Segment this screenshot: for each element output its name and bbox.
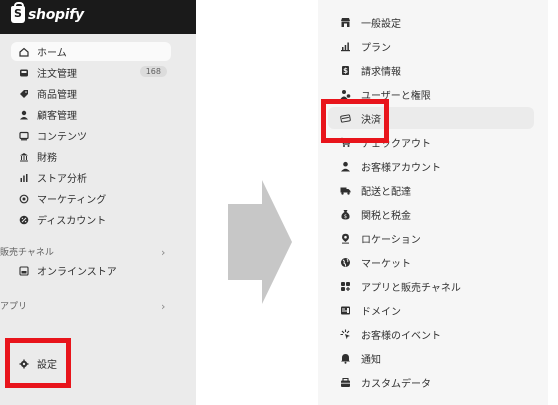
settings-item-label: プラン: [361, 42, 391, 54]
settings-item-shipping[interactable]: 配送と配達: [328, 179, 534, 201]
settings-item-label: お客様のイベント: [361, 330, 441, 342]
database-icon: [340, 377, 351, 388]
store-icon: [340, 17, 351, 28]
nav-label: 商品管理: [37, 90, 77, 101]
globe-icon: [340, 257, 351, 268]
settings-item-label: 請求情報: [361, 66, 401, 78]
nav-label: コンテンツ: [37, 132, 87, 143]
admin-sidebar: shopify ホーム 注文管理 168 商品管理 顧客管理 コンテンツ: [0, 0, 196, 405]
nav-item-marketing[interactable]: マーケティング: [11, 189, 171, 208]
settings-item-markets[interactable]: マーケット: [328, 251, 534, 273]
users-icon: [340, 89, 351, 100]
target-icon: [19, 194, 29, 204]
settings-item-label: お客様アカウント: [361, 162, 441, 174]
nav-item-discounts[interactable]: ディスカウント: [11, 210, 171, 229]
settings-item-label: 一般設定: [361, 18, 401, 30]
apps-heading[interactable]: アプリ: [0, 299, 27, 312]
settings-item-plan[interactable]: プラン: [328, 35, 534, 57]
bar-chart-icon: [19, 173, 29, 183]
shopify-bag-icon: [11, 2, 25, 23]
nav-label: 顧客管理: [37, 111, 77, 122]
nav-item-finance[interactable]: 財務: [11, 147, 171, 166]
location-icon: [340, 233, 351, 244]
storefront-icon: [19, 265, 29, 276]
bell-icon: [340, 353, 351, 364]
settings-item-locations[interactable]: ロケーション: [328, 227, 534, 249]
orders-count-badge: 168: [139, 66, 167, 77]
plan-chart-icon: [340, 41, 351, 52]
money-bag-icon: $: [340, 209, 351, 220]
svg-text:$: $: [343, 67, 348, 75]
home-icon: [19, 47, 29, 57]
person-icon: [19, 110, 29, 120]
payments-highlight-box: [321, 99, 389, 143]
settings-highlight-box: [5, 338, 71, 388]
nav-item-products[interactable]: 商品管理: [11, 84, 171, 103]
settings-item-label: カスタムデータ: [361, 378, 431, 390]
settings-item-label: 配送と配達: [361, 186, 411, 198]
chevron-right-icon[interactable]: ›: [161, 300, 165, 313]
settings-menu: 一般設定 プラン $ 請求情報 ユーザーと権限 決済 チェックアウト お客様アカ…: [318, 0, 548, 405]
nav-label: ホーム: [37, 48, 67, 59]
discount-icon: [19, 215, 29, 225]
brand-name: shopify: [28, 6, 84, 23]
person-icon: [340, 161, 351, 172]
billing-icon: $: [340, 65, 351, 76]
settings-item-label: ドメイン: [361, 306, 401, 318]
nav-label: オンラインストア: [37, 267, 117, 278]
nav-item-customers[interactable]: 顧客管理: [11, 105, 171, 124]
settings-item-notifications[interactable]: 通知: [328, 347, 534, 369]
sparkle-icon: [340, 329, 351, 340]
chevron-right-icon[interactable]: ›: [161, 246, 165, 259]
shopify-logo[interactable]: shopify: [11, 2, 84, 23]
nav-item-orders[interactable]: 注文管理 168: [11, 63, 171, 82]
image-icon: [19, 131, 29, 141]
nav-item-home[interactable]: ホーム: [11, 42, 171, 61]
settings-item-custom-data[interactable]: カスタムデータ: [328, 371, 534, 393]
settings-item-billing[interactable]: $ 請求情報: [328, 59, 534, 81]
arrow-right-icon: [228, 180, 292, 304]
nav-label: 財務: [37, 153, 57, 164]
inbox-icon: [19, 68, 29, 78]
settings-item-label: ロケーション: [361, 234, 421, 246]
settings-item-label: アプリと販売チャネル: [361, 282, 461, 294]
nav-item-online-store[interactable]: オンラインストア: [11, 261, 171, 280]
svg-text:$: $: [344, 214, 347, 220]
settings-item-apps-channels[interactable]: アプリと販売チャネル: [328, 275, 534, 297]
apps-icon: [340, 281, 351, 292]
settings-item-domains[interactable]: ドメイン: [328, 299, 534, 321]
settings-item-general[interactable]: 一般設定: [328, 11, 534, 33]
nav-label: 注文管理: [37, 69, 77, 80]
settings-item-label: 通知: [361, 354, 381, 366]
nav-label: ストア分析: [37, 174, 87, 185]
truck-icon: [340, 185, 351, 196]
settings-item-customer-events[interactable]: お客様のイベント: [328, 323, 534, 345]
settings-item-label: マーケット: [361, 258, 411, 270]
top-bar: shopify: [0, 0, 196, 34]
sales-channels-heading[interactable]: 販売チャネル: [0, 245, 54, 258]
nav-item-analytics[interactable]: ストア分析: [11, 168, 171, 187]
nav-label: ディスカウント: [37, 216, 107, 227]
bank-icon: [19, 152, 29, 162]
domain-icon: [340, 305, 351, 316]
nav-label: マーケティング: [37, 195, 107, 206]
settings-item-taxes[interactable]: $ 関税と税金: [328, 203, 534, 225]
settings-item-customer-accounts[interactable]: お客様アカウント: [328, 155, 534, 177]
nav-item-content[interactable]: コンテンツ: [11, 126, 171, 145]
settings-item-label: 関税と税金: [361, 210, 411, 222]
tag-icon: [19, 89, 29, 99]
